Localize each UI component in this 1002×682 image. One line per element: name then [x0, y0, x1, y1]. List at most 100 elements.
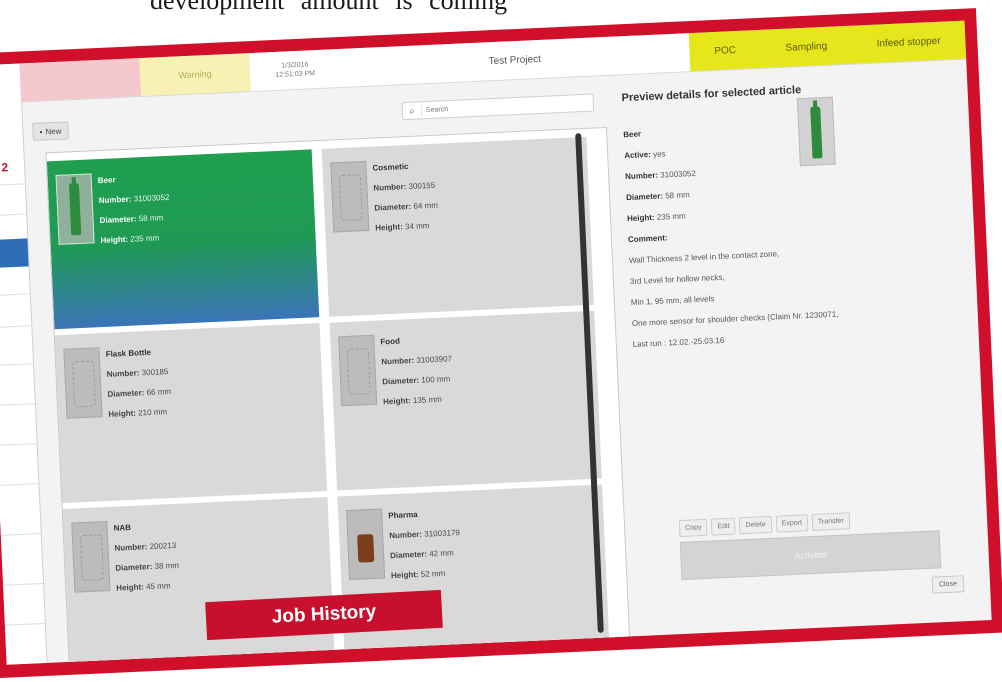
- height-label: Height:: [626, 212, 655, 224]
- activate-button[interactable]: Activate: [679, 530, 942, 581]
- tab-infeed-stopper[interactable]: Infeed stopper: [876, 35, 940, 49]
- tab-sampling[interactable]: Sampling: [785, 40, 827, 53]
- details-title: Preview details for selected article: [621, 84, 802, 105]
- rail-divider: [0, 363, 34, 367]
- number-label: Number:: [624, 170, 659, 182]
- rail-divider: [4, 622, 45, 626]
- article-number: 200213: [149, 540, 177, 552]
- comment-label: Comment:: [627, 233, 668, 245]
- diameter-label: Diameter:: [374, 201, 412, 213]
- edit-button[interactable]: Edit: [711, 517, 736, 536]
- article-thumbnail: [71, 521, 111, 593]
- number-label: Number:: [373, 182, 407, 193]
- article-card-beer[interactable]: Beer Number: 31003052 Diameter: 58 mm He…: [46, 149, 320, 330]
- article-thumbnail: [338, 334, 378, 407]
- diameter-label: Diameter:: [625, 191, 664, 203]
- amber-jar-image: [357, 533, 375, 563]
- height-label: Height:: [375, 222, 403, 233]
- article-diameter: 100 mm: [421, 374, 451, 385]
- height-label: Height:: [116, 582, 145, 593]
- rail-divider: [0, 293, 30, 297]
- placeholder-image: [338, 174, 363, 222]
- article-height: 45 mm: [145, 581, 171, 592]
- app-window: E 2 Warning 1/3/2016 12:51:03 P: [0, 20, 992, 665]
- article-diameter: 64 mm: [413, 200, 439, 211]
- tab-poc[interactable]: POC: [714, 45, 736, 57]
- article-number: 31003907: [416, 354, 453, 365]
- placeholder-image: [346, 347, 371, 395]
- article-diameter: 42 mm: [429, 548, 454, 559]
- rail-divider: [0, 325, 32, 329]
- export-button[interactable]: Export: [775, 514, 809, 533]
- rail-selected-item[interactable]: [0, 238, 29, 269]
- article-diameter: 38 mm: [154, 560, 180, 571]
- article-card-cosmetic[interactable]: Cosmetic Number: 300155 Diameter: 64 mm …: [321, 136, 594, 317]
- article-height: 52 mm: [420, 568, 446, 579]
- placeholder-image: [79, 534, 104, 582]
- article-info: NAB Number: 200213 Diameter: 38 mm Heigh…: [113, 516, 180, 599]
- diameter-label: Diameter:: [382, 375, 420, 387]
- article-number: 31003052: [133, 192, 170, 204]
- rail-divider: [0, 483, 39, 486]
- details-fields: Beer Active: yes Number: 31003052 Diamet…: [623, 115, 840, 355]
- article-diameter: 66 mm: [146, 386, 172, 398]
- number-label: Number:: [389, 529, 423, 541]
- rotated-screenshot: E 2 Warning 1/3/2016 12:51:03 P: [0, 0, 1002, 681]
- height-value: 235 mm: [656, 211, 686, 222]
- article-thumbnail: [63, 347, 103, 419]
- article-thumbnail: [330, 160, 370, 233]
- number-label: Number:: [114, 542, 148, 553]
- diameter-label: Diameter:: [99, 214, 137, 226]
- new-button-label: New: [45, 126, 62, 136]
- left-rail: E 2: [0, 63, 48, 665]
- close-button[interactable]: Close: [931, 575, 965, 594]
- article-info: Food Number: 31003907 Diameter: 100 mm H…: [380, 329, 454, 412]
- article-card-pharma[interactable]: Pharma Number: 31003179 Diameter: 42 mm …: [337, 484, 610, 664]
- copy-button[interactable]: Copy: [678, 518, 708, 538]
- article-thumbnail: [346, 508, 386, 581]
- article-info: Flask Bottle Number: 300185 Diameter: 66…: [105, 342, 172, 425]
- new-button[interactable]: ▪ New: [32, 121, 69, 141]
- diameter-label: Diameter:: [107, 388, 145, 399]
- rail-divider: [3, 582, 44, 586]
- rail-divider: [0, 213, 27, 217]
- search-input[interactable]: [421, 98, 588, 115]
- search-box[interactable]: ⌕: [401, 93, 595, 121]
- status-red-cell: [19, 58, 142, 102]
- transfer-button[interactable]: Transfer: [811, 512, 851, 532]
- status-time: 12:51:03 PM: [275, 70, 316, 79]
- active-label: Active:: [624, 149, 652, 161]
- height-label: Height:: [382, 396, 411, 407]
- rail-divider: [0, 533, 41, 536]
- rail-divider: [0, 403, 35, 406]
- article-card-food[interactable]: Food Number: 31003907 Diameter: 100 mm H…: [329, 310, 602, 491]
- number-label: Number:: [98, 194, 132, 206]
- number-value: 31003052: [660, 168, 697, 180]
- height-label: Height:: [390, 569, 419, 581]
- number-label: Number:: [381, 355, 415, 367]
- bottle-image: [68, 182, 82, 236]
- rail-divider: [0, 443, 37, 446]
- left-rail-tag: E 2: [0, 160, 9, 175]
- status-datetime: 1/3/2016 12:51:03 PM: [249, 49, 341, 92]
- article-card-flask-bottle[interactable]: Flask Bottle Number: 300185 Diameter: 66…: [54, 323, 328, 504]
- rail-divider: [0, 183, 25, 187]
- article-number: 300185: [141, 367, 169, 378]
- diameter-value: 58 mm: [665, 190, 690, 201]
- details-panel: Preview details for selected article Bee…: [621, 61, 976, 635]
- delete-button[interactable]: Delete: [739, 515, 773, 535]
- red-frame: E 2 Warning 1/3/2016 12:51:03 P: [0, 8, 1002, 679]
- number-label: Number:: [106, 368, 140, 379]
- details-name: Beer: [623, 129, 642, 140]
- article-height: 135 mm: [412, 394, 442, 406]
- details-actions: Copy Edit Delete Export Transfer: [678, 512, 851, 538]
- search-icon[interactable]: ⌕: [402, 104, 423, 117]
- placeholder-image: [71, 360, 97, 408]
- active-value: yes: [652, 149, 666, 159]
- article-card-nab[interactable]: NAB Number: 200213 Diameter: 38 mm Heigh…: [62, 497, 336, 664]
- article-info: Cosmetic Number: 300155 Diameter: 64 mm …: [372, 156, 439, 239]
- article-height: 210 mm: [137, 407, 168, 418]
- new-file-icon: ▪: [39, 127, 43, 137]
- article-number: 31003179: [424, 528, 461, 539]
- article-diameter: 58 mm: [138, 213, 164, 224]
